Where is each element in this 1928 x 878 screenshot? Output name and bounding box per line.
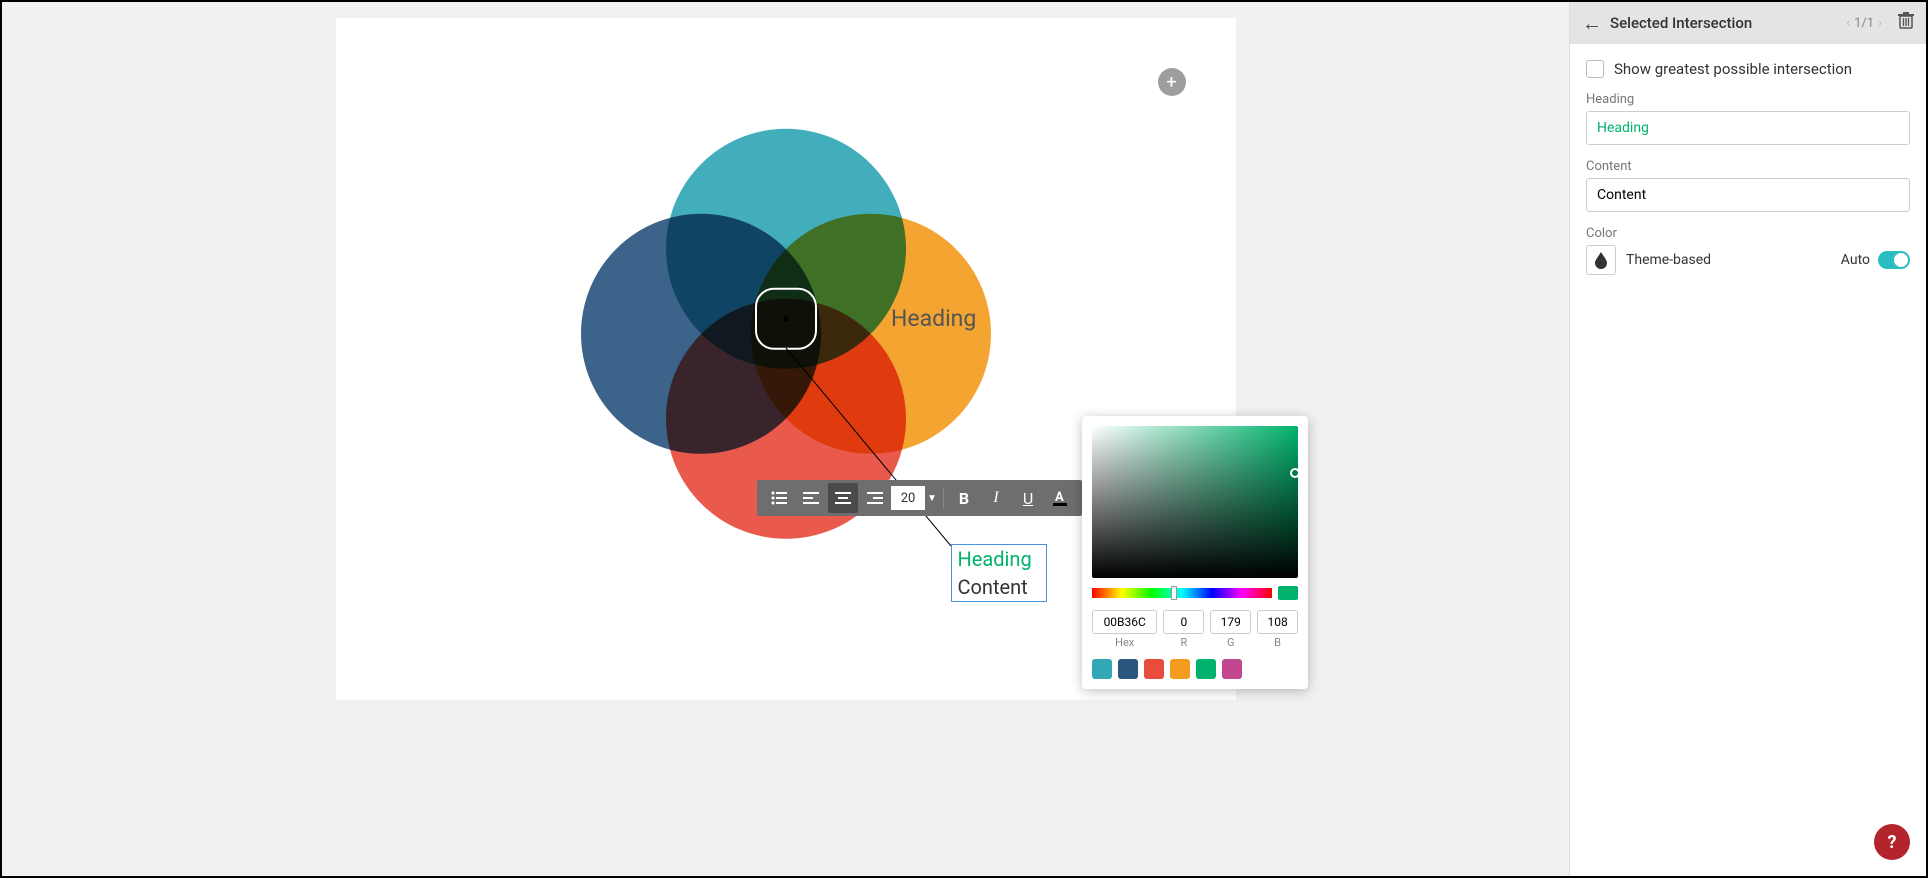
color-row: Theme-based Auto [1586, 245, 1910, 275]
auto-toggle[interactable] [1878, 251, 1910, 269]
callout-box[interactable]: Heading Content [951, 544, 1047, 602]
swatch-red[interactable] [1144, 659, 1164, 679]
hue-handle[interactable] [1171, 586, 1177, 600]
text-toolbar: ▼ B I U A [757, 480, 1082, 516]
venn-circle-d[interactable] [581, 214, 821, 454]
sidebar-header: ← Selected Intersection ‹ 1/1 › [1570, 2, 1926, 44]
trash-icon [1898, 12, 1914, 30]
italic-button[interactable]: I [981, 483, 1011, 513]
swatch-green[interactable] [1196, 659, 1216, 679]
callout-heading[interactable]: Heading [952, 545, 1046, 573]
app-root: + He [0, 0, 1928, 878]
content-field-label: Content [1586, 159, 1910, 174]
swatch-magenta[interactable] [1222, 659, 1242, 679]
pager-prev[interactable]: ‹ [1846, 16, 1850, 31]
show-greatest-row: Show greatest possible intersection [1586, 60, 1910, 78]
plus-icon: + [1166, 72, 1176, 93]
swatch-teal[interactable] [1092, 659, 1112, 679]
pager: ‹ 1/1 › [1846, 16, 1882, 31]
r-label: R [1163, 636, 1204, 649]
heading-input[interactable] [1586, 111, 1910, 145]
color-marker[interactable] [1290, 468, 1300, 478]
back-button[interactable]: ← [1582, 11, 1602, 36]
venn-right-label[interactable]: Heading [891, 305, 976, 332]
g-input[interactable] [1210, 610, 1251, 634]
font-size-dropdown-icon[interactable]: ▼ [925, 493, 939, 504]
align-right-button[interactable] [860, 483, 890, 513]
pager-label: 1/1 [1854, 16, 1874, 31]
toolbar-separator [943, 487, 944, 509]
sidebar: ← Selected Intersection ‹ 1/1 › [1569, 2, 1926, 876]
auto-label: Auto [1841, 252, 1870, 268]
color-swatch-button[interactable] [1586, 245, 1616, 275]
sidebar-body: Show greatest possible intersection Head… [1570, 44, 1926, 291]
callout-content[interactable]: Content [952, 573, 1046, 601]
text-color-button[interactable]: A [1045, 483, 1075, 513]
font-size-input[interactable] [891, 486, 925, 510]
help-button[interactable]: ? [1874, 824, 1910, 860]
color-picker-popover: Hex R G B [1082, 416, 1308, 689]
content-input[interactable] [1586, 178, 1910, 212]
hex-label: Hex [1092, 636, 1157, 649]
hex-input[interactable] [1092, 610, 1157, 634]
swatch-navy[interactable] [1118, 659, 1138, 679]
color-field-label: Color [1586, 226, 1910, 241]
b-input[interactable] [1257, 610, 1298, 634]
b-label: B [1257, 636, 1298, 649]
color-swatch-row [1092, 659, 1298, 679]
pager-next[interactable]: › [1878, 16, 1882, 31]
text-color-icon: A [1051, 489, 1069, 507]
droplet-icon [1594, 251, 1608, 269]
add-button[interactable]: + [1158, 68, 1186, 96]
show-greatest-checkbox[interactable] [1586, 60, 1604, 78]
bold-button[interactable]: B [949, 483, 979, 513]
bullets-button[interactable] [764, 483, 794, 513]
sidebar-title: Selected Intersection [1610, 14, 1838, 32]
g-label: G [1210, 636, 1251, 649]
canvas-area: + He [2, 2, 1569, 876]
delete-button[interactable] [1898, 12, 1914, 34]
color-saturation-area[interactable] [1092, 426, 1298, 578]
r-input[interactable] [1163, 610, 1204, 634]
color-mode-label: Theme-based [1626, 252, 1711, 268]
color-preview-swatch [1278, 586, 1298, 600]
help-icon: ? [1888, 832, 1897, 853]
svg-text:A: A [1055, 490, 1064, 505]
heading-field-label: Heading [1586, 92, 1910, 107]
show-greatest-label: Show greatest possible intersection [1614, 60, 1852, 78]
color-hue-slider[interactable] [1092, 588, 1272, 598]
swatch-orange[interactable] [1170, 659, 1190, 679]
align-center-button[interactable] [828, 483, 858, 513]
underline-button[interactable]: U [1013, 483, 1043, 513]
intersection-anchor [783, 316, 788, 321]
align-left-button[interactable] [796, 483, 826, 513]
